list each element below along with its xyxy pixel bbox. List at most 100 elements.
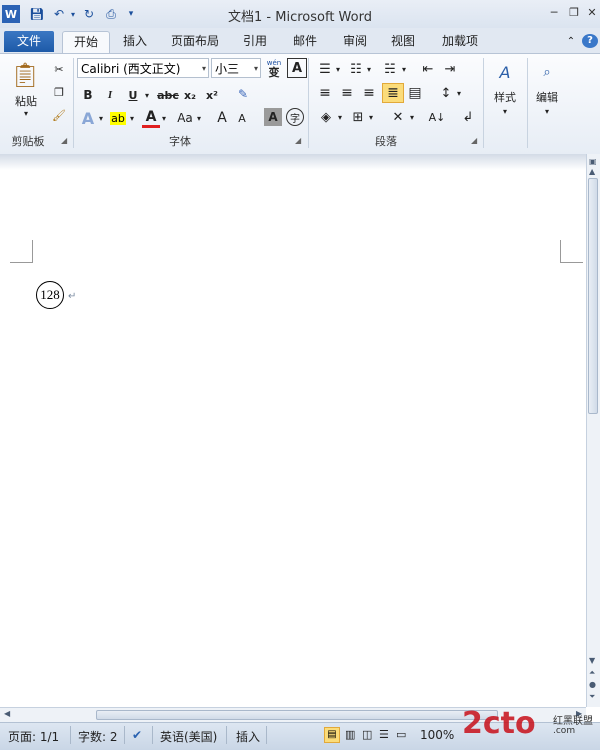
minimize-icon[interactable]: ─ xyxy=(546,5,562,19)
styles-icon[interactable]: A xyxy=(494,60,516,84)
multilevel-list-icon[interactable]: ☵ xyxy=(380,60,400,78)
bold-button[interactable]: B xyxy=(79,86,97,104)
shading-icon[interactable]: ◈ xyxy=(316,108,336,126)
chinese-layout-icon[interactable]: ✕ xyxy=(388,108,408,126)
status-word-count[interactable]: 字数: 2 xyxy=(78,728,118,745)
vertical-scroll-thumb[interactable] xyxy=(588,178,598,414)
text-effects-button[interactable]: A xyxy=(79,108,97,128)
borders-icon[interactable]: ⊞ xyxy=(349,108,367,126)
font-name-dropdown-icon[interactable]: ▾ xyxy=(202,59,206,79)
phonetic-guide-button[interactable]: wén 变 xyxy=(264,58,284,78)
collapse-ribbon-icon[interactable]: ⌃ xyxy=(564,31,578,52)
ruler-toggle-icon[interactable]: ▣ xyxy=(589,157,597,166)
bullets-dropdown-icon[interactable]: ▾ xyxy=(334,62,342,76)
subscript-button[interactable]: x₂ xyxy=(181,86,199,104)
tab-insert[interactable]: 插入 xyxy=(118,31,152,52)
scroll-up-icon[interactable]: ▲ xyxy=(589,167,595,176)
clipboard-launcher-icon[interactable]: ◢ xyxy=(61,136,67,145)
enclosed-characters[interactable]: 128 xyxy=(36,281,64,309)
bullets-icon[interactable]: ☰ xyxy=(316,60,334,78)
underline-dropdown-icon[interactable]: ▾ xyxy=(142,88,152,102)
tab-file[interactable]: 文件 xyxy=(4,31,54,52)
justify-icon[interactable]: ≣ xyxy=(382,83,404,103)
status-page[interactable]: 页面: 1/1 xyxy=(8,728,59,745)
font-size-combobox[interactable]: 小三 ▾ xyxy=(211,58,261,78)
tab-review[interactable]: 审阅 xyxy=(338,31,372,52)
tab-addins[interactable]: 加载项 xyxy=(436,31,484,52)
tab-mailings[interactable]: 邮件 xyxy=(288,31,322,52)
browse-object-icon[interactable]: ● xyxy=(589,680,596,689)
align-left-icon[interactable]: ≡ xyxy=(316,84,334,102)
help-icon[interactable]: ? xyxy=(582,34,598,48)
previous-page-icon[interactable]: ⏶ xyxy=(589,668,595,678)
proofing-icon[interactable]: ✔ xyxy=(132,728,142,742)
character-border-button[interactable]: A xyxy=(287,58,307,78)
horizontal-scroll-thumb[interactable] xyxy=(96,710,498,720)
increase-indent-icon[interactable]: ⇥ xyxy=(441,60,459,78)
full-screen-reading-icon[interactable]: ▥ xyxy=(345,728,355,741)
draft-view-icon[interactable]: ▭ xyxy=(396,728,406,741)
highlight-dropdown-icon[interactable]: ▾ xyxy=(128,112,136,124)
align-right-icon[interactable]: ≡ xyxy=(360,84,378,102)
multilevel-dropdown-icon[interactable]: ▾ xyxy=(400,62,408,76)
line-spacing-dropdown-icon[interactable]: ▾ xyxy=(455,86,463,100)
paste-icon[interactable]: 📋︎ xyxy=(10,58,40,92)
editing-dropdown-icon[interactable]: ▾ xyxy=(542,106,552,116)
tab-home[interactable]: 开始 xyxy=(62,31,110,53)
align-center-icon[interactable]: ≡ xyxy=(338,84,356,102)
styles-dropdown-icon[interactable]: ▾ xyxy=(500,106,510,116)
editing-button-label[interactable]: 编辑 xyxy=(528,90,566,104)
change-case-button[interactable]: Aa xyxy=(174,108,196,128)
restore-icon[interactable]: ❐ xyxy=(566,5,582,19)
borders-dropdown-icon[interactable]: ▾ xyxy=(367,110,375,124)
next-page-icon[interactable]: ⏷ xyxy=(589,692,595,702)
character-shading-button[interactable]: A xyxy=(264,108,282,126)
format-painter-icon[interactable]: 🖌︎ xyxy=(50,106,68,124)
close-icon[interactable]: ✕ xyxy=(584,5,600,19)
zoom-level[interactable]: 100% xyxy=(420,728,454,742)
show-marks-icon[interactable]: ↲ xyxy=(459,108,477,126)
shading-dropdown-icon[interactable]: ▾ xyxy=(336,110,344,124)
font-launcher-icon[interactable]: ◢ xyxy=(295,136,301,145)
status-insert-mode[interactable]: 插入 xyxy=(236,728,260,745)
numbering-dropdown-icon[interactable]: ▾ xyxy=(365,62,373,76)
strikethrough-button[interactable]: abc xyxy=(156,86,180,104)
change-case-dropdown-icon[interactable]: ▾ xyxy=(195,112,203,124)
document-page[interactable] xyxy=(0,154,586,707)
copy-icon[interactable]: ❐ xyxy=(50,83,68,101)
tab-page-layout[interactable]: 页面布局 xyxy=(166,31,224,52)
shrink-font-button[interactable]: A xyxy=(233,108,251,128)
numbering-icon[interactable]: ☷ xyxy=(347,60,365,78)
line-spacing-icon[interactable]: ↕ xyxy=(437,84,455,102)
status-language[interactable]: 英语(美国) xyxy=(160,728,217,745)
grow-font-button[interactable]: A xyxy=(213,108,231,128)
italic-button[interactable]: I xyxy=(101,86,119,104)
print-layout-view-icon[interactable]: ▤ xyxy=(324,727,340,743)
decrease-indent-icon[interactable]: ⇤ xyxy=(419,60,437,78)
tab-view[interactable]: 视图 xyxy=(386,31,420,52)
text-effects-dropdown-icon[interactable]: ▾ xyxy=(97,112,105,124)
font-name-combobox[interactable]: Calibri (西文正文) ▾ xyxy=(77,58,209,78)
paragraph-launcher-icon[interactable]: ◢ xyxy=(471,136,477,145)
font-color-button[interactable]: A xyxy=(142,108,160,128)
font-size-dropdown-icon[interactable]: ▾ xyxy=(254,59,258,79)
paste-button-label[interactable]: 粘贴 xyxy=(8,94,44,108)
chinese-layout-dropdown-icon[interactable]: ▾ xyxy=(408,110,416,124)
scroll-left-icon[interactable]: ◀ xyxy=(4,709,10,718)
cut-icon[interactable]: ✂ xyxy=(50,60,68,78)
distributed-icon[interactable]: ▤ xyxy=(406,84,424,102)
paste-dropdown-icon[interactable]: ▾ xyxy=(20,108,32,118)
web-layout-icon[interactable]: ◫ xyxy=(362,728,372,741)
tab-references[interactable]: 引用 xyxy=(238,31,272,52)
styles-button-label[interactable]: 样式 xyxy=(486,90,524,104)
clear-formatting-icon[interactable]: ✎ xyxy=(232,84,254,104)
sort-icon[interactable]: A↓ xyxy=(428,108,446,126)
scroll-down-icon[interactable]: ▼ xyxy=(589,656,595,665)
font-color-dropdown-icon[interactable]: ▾ xyxy=(160,112,168,124)
enclose-characters-button[interactable]: 字 xyxy=(286,108,304,126)
superscript-button[interactable]: x² xyxy=(203,86,221,104)
underline-button[interactable]: U xyxy=(124,86,142,104)
outline-view-icon[interactable]: ☰ xyxy=(379,728,389,741)
find-icon[interactable]: ⌕ xyxy=(536,60,558,84)
highlight-button[interactable]: ab xyxy=(108,108,128,128)
